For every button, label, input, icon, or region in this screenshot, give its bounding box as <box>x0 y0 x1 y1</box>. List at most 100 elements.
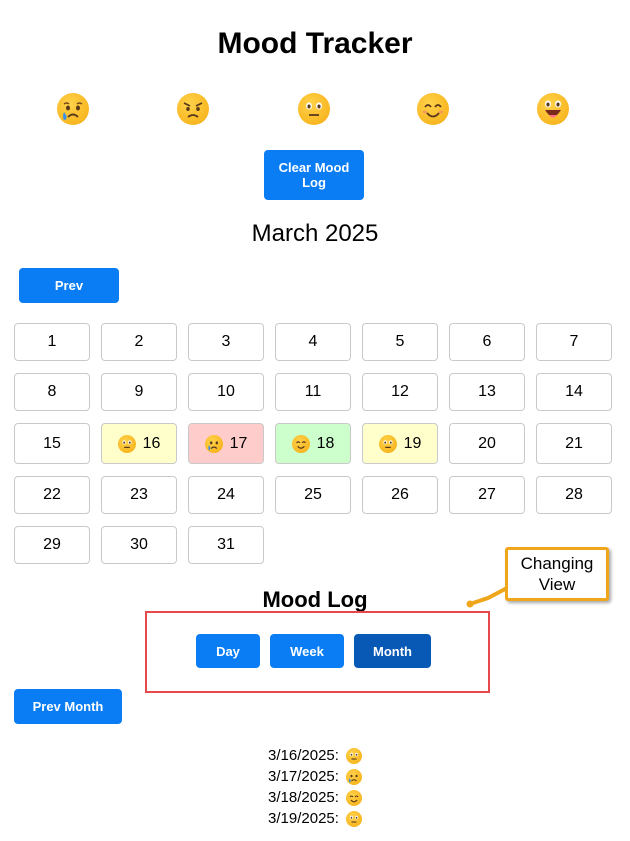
prev-month-log-button[interactable]: Prev Month <box>14 689 122 724</box>
calendar-day-14[interactable]: 14 <box>536 373 612 411</box>
calendar-day-number: 27 <box>478 486 496 503</box>
smiling-face-icon <box>291 434 310 453</box>
calendar-day-number: 20 <box>478 434 496 452</box>
calendar-day-27[interactable]: 27 <box>449 476 525 514</box>
calendar-day-31[interactable]: 31 <box>188 526 264 564</box>
crying-face-icon <box>57 93 89 125</box>
calendar-day-30[interactable]: 30 <box>101 526 177 564</box>
mood-option-very-happy[interactable] <box>535 91 571 127</box>
calendar-day-29[interactable]: 29 <box>14 526 90 564</box>
calendar-day-6[interactable]: 6 <box>449 323 525 361</box>
calendar-day-3[interactable]: 3 <box>188 323 264 361</box>
calendar-day-number: 16 <box>142 434 161 452</box>
calendar-day-number: 18 <box>316 434 335 452</box>
calendar-day-number: 23 <box>130 486 148 503</box>
calendar-day-25[interactable]: 25 <box>275 476 351 514</box>
calendar-day-number: 10 <box>217 383 235 400</box>
calendar-day-number: 24 <box>217 486 235 503</box>
calendar-day-7[interactable]: 7 <box>536 323 612 361</box>
mood-log-list: 3/16/2025: 3/17/2025: 3/18/2025: 3/19/2025: <box>0 745 630 829</box>
calendar-day-12[interactable]: 12 <box>362 373 438 411</box>
calendar-day-5[interactable]: 5 <box>362 323 438 361</box>
calendar-day-number: 1 <box>47 333 57 350</box>
changing-view-callout: Changing View <box>505 547 609 601</box>
mood-log-date: 3/16/2025: <box>268 747 339 764</box>
calendar-day-10[interactable]: 10 <box>188 373 264 411</box>
calendar-day-9[interactable]: 9 <box>101 373 177 411</box>
calendar-day-number: 3 <box>221 333 231 350</box>
calendar-day-number: 15 <box>43 434 61 452</box>
neutral-face-icon <box>378 434 397 453</box>
mood-log-date: 3/18/2025: <box>268 789 339 806</box>
crying-face-icon <box>345 768 362 785</box>
calendar-day-number: 6 <box>482 333 492 350</box>
calendar-day-number: 11 <box>304 383 322 400</box>
calendar-day-13[interactable]: 13 <box>449 373 525 411</box>
mood-option-angry[interactable] <box>175 91 211 127</box>
callout-line-1: Changing <box>520 554 594 573</box>
prev-month-button[interactable]: Prev <box>19 268 119 303</box>
neutral-face-icon <box>117 434 136 453</box>
neutral-face-icon <box>345 747 362 764</box>
callout-line-2: View <box>538 575 576 594</box>
calendar-day-number: 31 <box>217 536 235 553</box>
calendar-day-28[interactable]: 28 <box>536 476 612 514</box>
calendar-month-title: March 2025 <box>251 220 379 247</box>
calendar-day-22[interactable]: 22 <box>14 476 90 514</box>
calendar-day-8[interactable]: 8 <box>14 373 90 411</box>
calendar-day-number: 5 <box>395 333 405 350</box>
calendar-day-19[interactable]: 19 <box>362 423 438 464</box>
calendar-day-26[interactable]: 26 <box>362 476 438 514</box>
calendar-day-number: 22 <box>43 486 61 503</box>
calendar-day-number: 28 <box>565 486 583 503</box>
mood-log-date: 3/17/2025: <box>268 768 339 785</box>
calendar-day-23[interactable]: 23 <box>101 476 177 514</box>
calendar-day-number: 21 <box>565 434 583 452</box>
calendar-day-number: 4 <box>308 333 318 350</box>
calendar-day-18[interactable]: 18 <box>275 423 351 464</box>
calendar-day-number: 13 <box>478 383 496 400</box>
smiling-face-icon <box>417 93 449 125</box>
mood-option-sad[interactable] <box>55 91 91 127</box>
calendar-day-number: 26 <box>391 486 409 503</box>
mood-option-neutral[interactable] <box>296 91 332 127</box>
calendar-day-number: 8 <box>47 383 57 400</box>
calendar-day-16[interactable]: 16 <box>101 423 177 464</box>
calendar-day-number: 30 <box>130 536 148 553</box>
calendar-day-17[interactable]: 17 <box>188 423 264 464</box>
calendar-day-number: 7 <box>569 333 579 350</box>
calendar-day-2[interactable]: 2 <box>101 323 177 361</box>
calendar-day-number: 19 <box>403 434 422 452</box>
calendar-day-4[interactable]: 4 <box>275 323 351 361</box>
smiling-face-icon <box>345 789 362 806</box>
mood-log-date: 3/19/2025: <box>268 810 339 827</box>
view-day-button[interactable]: Day <box>196 634 260 668</box>
crying-face-icon <box>204 434 223 453</box>
calendar-day-15[interactable]: 15 <box>14 423 90 464</box>
neutral-face-icon <box>298 93 330 125</box>
calendar-day-20[interactable]: 20 <box>449 423 525 464</box>
view-week-button[interactable]: Week <box>270 634 344 668</box>
calendar-day-number: 17 <box>229 434 248 452</box>
clear-mood-log-button[interactable]: Clear Mood Log <box>264 150 364 200</box>
angry-face-icon <box>177 93 209 125</box>
calendar-day-number: 9 <box>134 383 144 400</box>
mood-log-entry: 3/19/2025: <box>0 808 630 829</box>
grinning-face-icon <box>537 93 569 125</box>
calendar-day-11[interactable]: 11 <box>275 373 351 411</box>
calendar-day-number: 2 <box>134 333 144 350</box>
mood-log-entry: 3/17/2025: <box>0 766 630 787</box>
mood-log-entry: 3/16/2025: <box>0 745 630 766</box>
calendar-day-number: 25 <box>304 486 322 503</box>
calendar-day-number: 14 <box>565 383 583 400</box>
calendar-day-number: 12 <box>391 383 409 400</box>
calendar-day-1[interactable]: 1 <box>14 323 90 361</box>
calendar-day-21[interactable]: 21 <box>536 423 612 464</box>
neutral-face-icon <box>345 810 362 827</box>
view-month-button[interactable]: Month <box>354 634 431 668</box>
mood-option-happy[interactable] <box>415 91 451 127</box>
page-title: Mood Tracker <box>217 27 413 60</box>
calendar-day-number: 29 <box>43 536 61 553</box>
calendar-day-24[interactable]: 24 <box>188 476 264 514</box>
mood-log-entry: 3/18/2025: <box>0 787 630 808</box>
